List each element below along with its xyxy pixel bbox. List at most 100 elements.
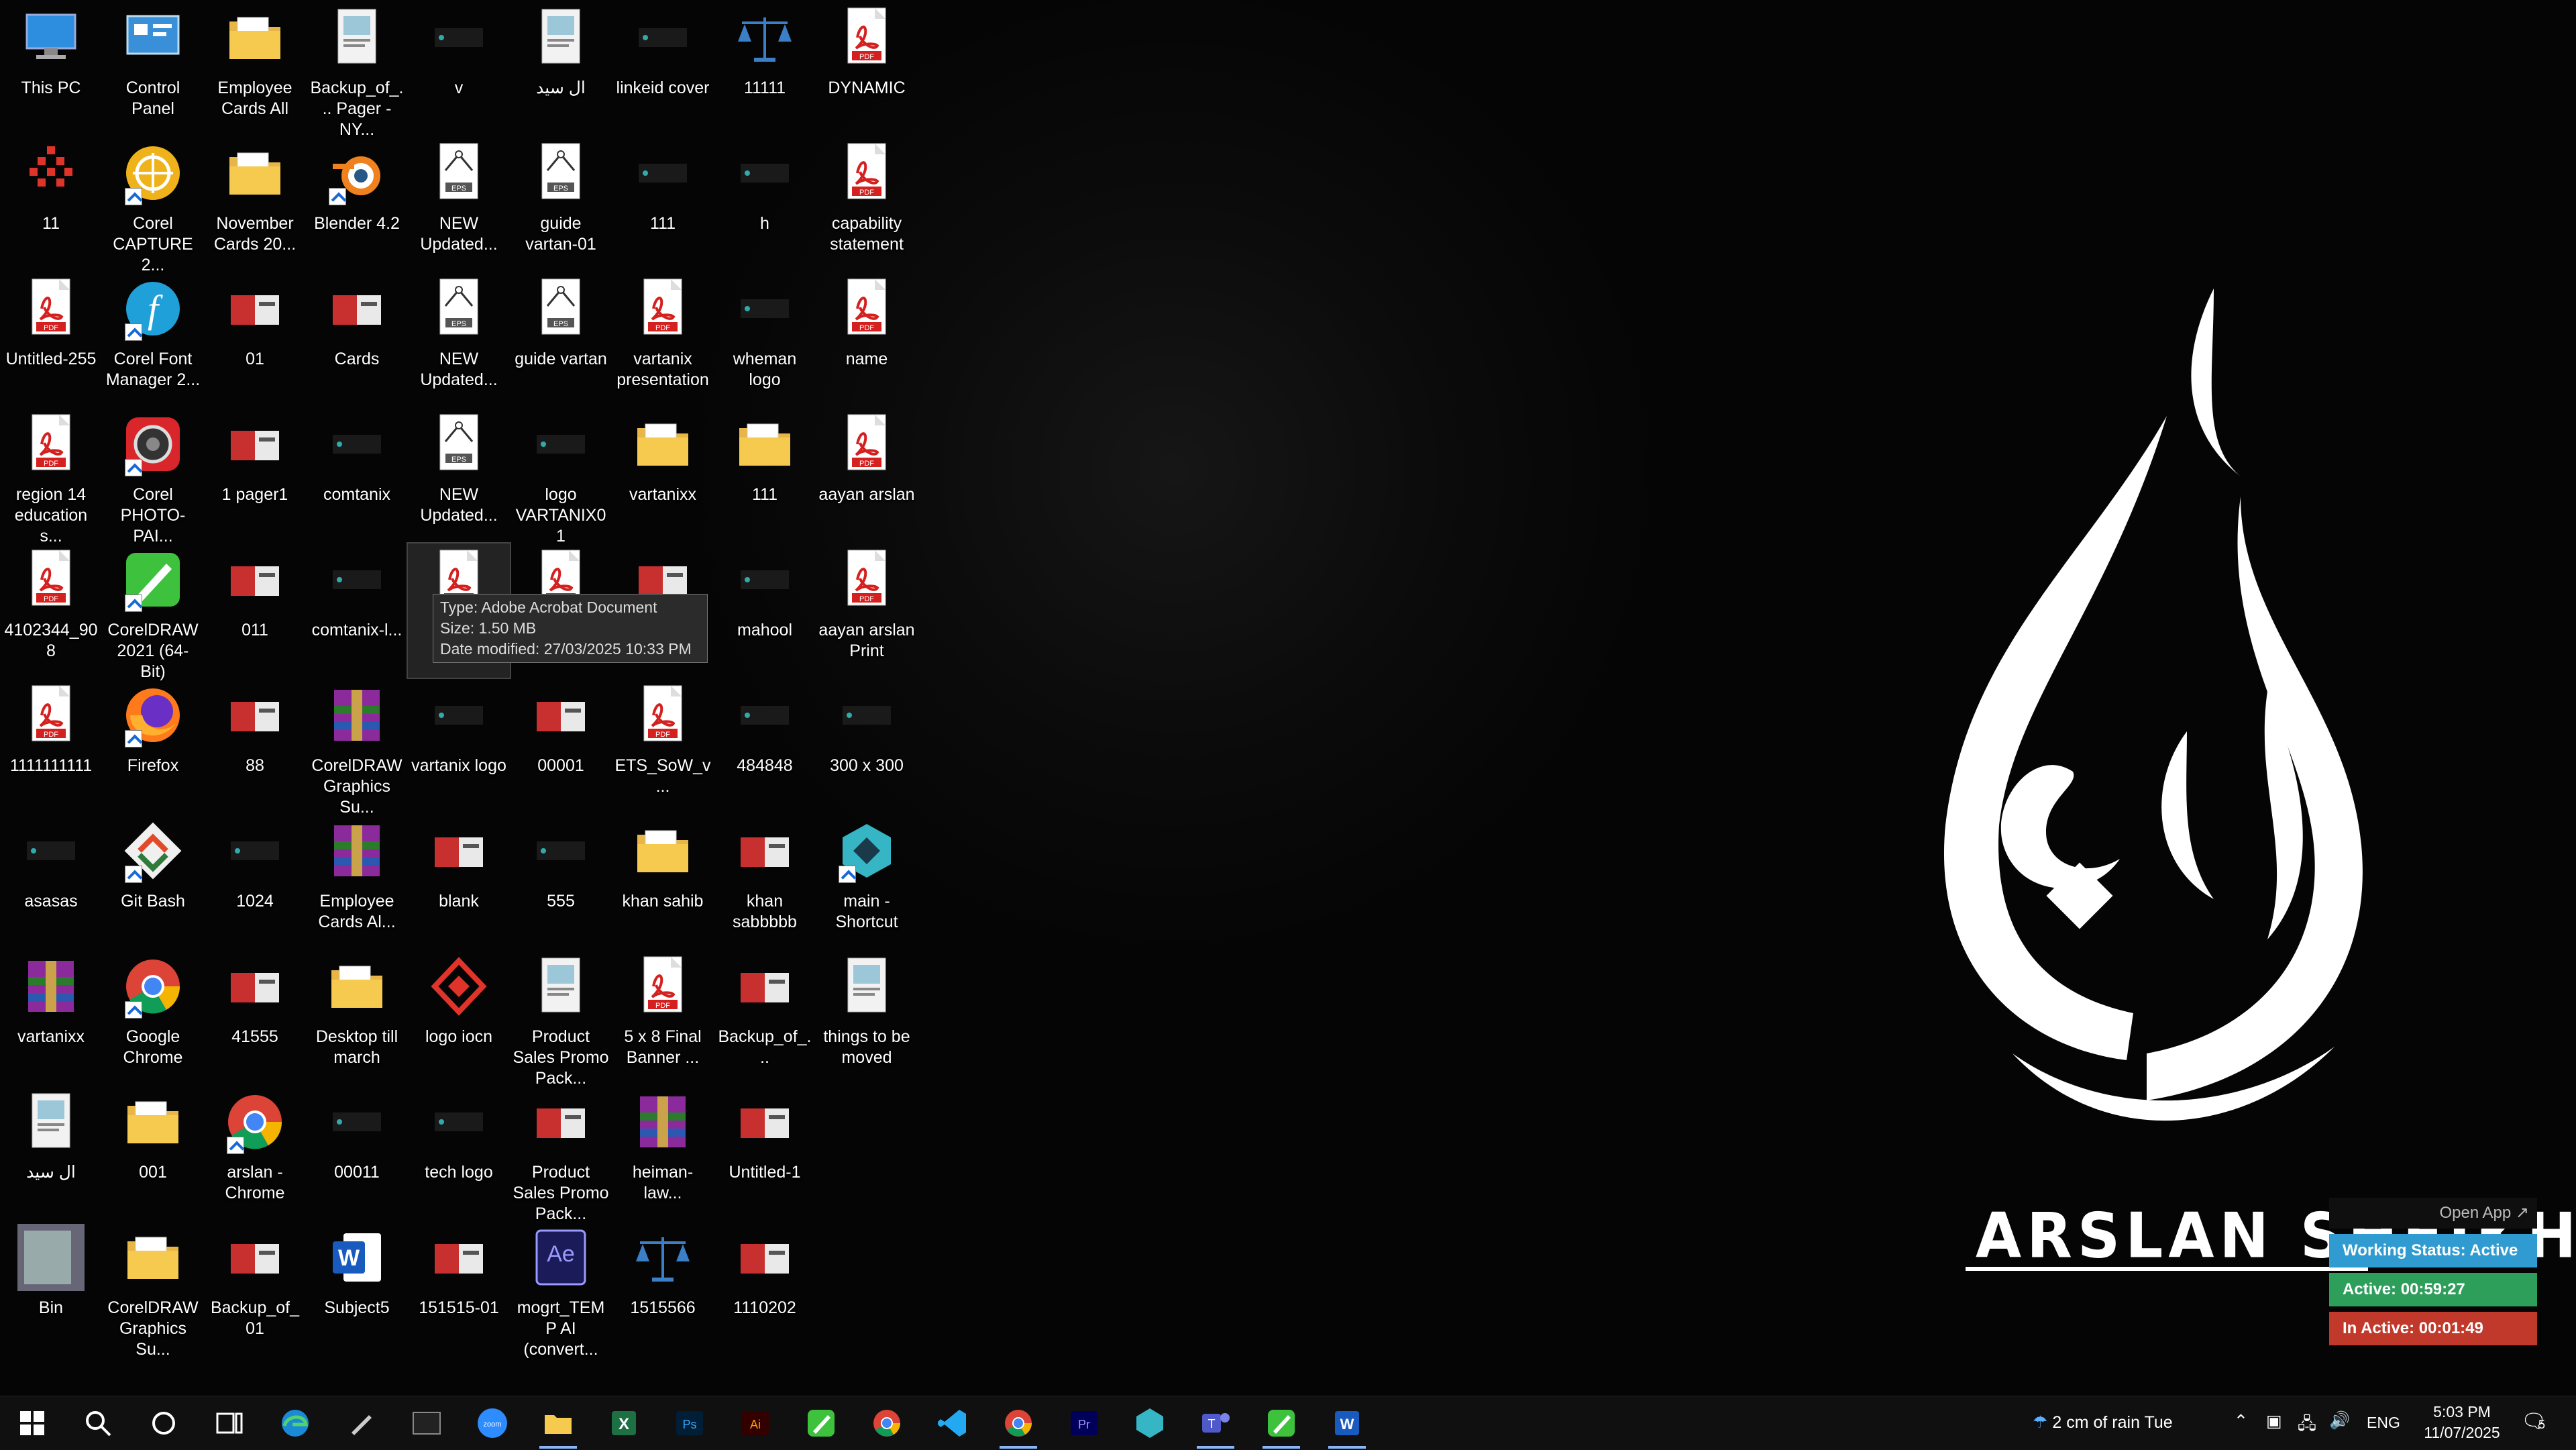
desktop-icon[interactable]: EPS guide vartan [510,272,612,407]
desktop-icon[interactable]: W Subject5 [306,1221,408,1355]
premiere-icon[interactable]: Pr [1052,1396,1116,1450]
desktop-icon[interactable]: ال سيد [0,1086,102,1220]
pen-icon[interactable] [329,1396,393,1450]
desktop-icon[interactable]: PDF vartanix presentation [612,272,714,407]
app-icon[interactable] [1118,1396,1182,1450]
clock[interactable]: 5:03 PM 11/07/2025 [2422,1402,2502,1443]
desktop-icon[interactable]: 555 [510,815,612,949]
desktop-icon[interactable]: things to be moved [816,950,918,1084]
desktop-icon[interactable]: Untitled-1 [714,1086,816,1220]
teams-icon[interactable]: T [1183,1396,1248,1450]
meet-icon[interactable]: ▣ [2266,1411,2282,1431]
desktop-icon[interactable]: CorelDRAW Graphics Su... [102,1221,204,1359]
network-icon[interactable]: 🖧 [2298,1411,2316,1440]
desktop-icon[interactable]: Backup_of_... Pager - NY... [306,1,408,139]
desktop-icon[interactable]: 111 [714,408,816,542]
desktop-icon[interactable]: 1 pager1 [204,408,306,542]
desktop-icon[interactable]: comtanix-l... [306,543,408,678]
volume-icon[interactable]: 🔊 [2329,1411,2350,1431]
open-app-button[interactable]: Open App ↗ [2329,1198,2537,1229]
desktop-icon[interactable]: Backup_of_01 [204,1221,306,1355]
desktop-icon[interactable]: PDF capability statement [816,137,918,271]
desktop-icon[interactable]: main - Shortcut [816,815,918,949]
desktop-icon[interactable]: Corel CAPTURE 2... [102,137,204,274]
desktop-icon[interactable]: This PC [0,1,102,136]
desktop-icon[interactable]: khan sabbbbb [714,815,816,949]
desktop-icon[interactable]: 88 [204,679,306,813]
desktop-icon[interactable]: EPS NEW Updated... [408,272,510,407]
excel-icon[interactable]: X [592,1396,656,1450]
desktop-icon[interactable]: 001 [102,1086,204,1220]
coreldraw-2-icon[interactable] [1249,1396,1313,1450]
desktop-icon[interactable]: tech logo [408,1086,510,1220]
language-indicator[interactable]: ENG [2367,1414,2400,1432]
desktop-icon[interactable]: 300 x 300 [816,679,918,813]
desktop-icon[interactable]: asasas [0,815,102,949]
desktop-icon[interactable]: Product Sales Promo Pack... [510,950,612,1088]
desktop-icon[interactable]: November Cards 20... [204,137,306,271]
desktop-icon[interactable]: linkeid cover [612,1,714,136]
file-explorer-icon[interactable] [526,1396,590,1450]
desktop-icon[interactable]: 1515566 [612,1221,714,1355]
desktop-icon[interactable]: Ae mogrt_TEMP AI (convert... [510,1221,612,1359]
chevron-up-icon[interactable]: ⌃ [2234,1411,2248,1431]
desktop-icon[interactable]: PDF DYNAMIC [816,1,918,136]
desktop-icon[interactable]: khan sahib [612,815,714,949]
desktop-icon[interactable]: comtanix [306,408,408,542]
desktop-icon[interactable]: f Corel Font Manager 2... [102,272,204,407]
desktop-icon[interactable]: mahool [714,543,816,678]
desktop-icon[interactable]: 11111 [714,1,816,136]
desktop-icon[interactable]: wheman logo [714,272,816,407]
desktop-icon[interactable]: blank [408,815,510,949]
desktop-icon[interactable]: ال سيد [510,1,612,136]
desktop-icon[interactable]: CorelDRAW Graphics Su... [306,679,408,817]
task-view-icon[interactable] [197,1396,262,1450]
desktop-icon[interactable]: EPS NEW Updated... [408,408,510,542]
desktop-icon[interactable]: PDF Untitled-255 [0,272,102,407]
desktop-icon[interactable]: PDF region 14 education s... [0,408,102,546]
desktop-icon[interactable]: Cards [306,272,408,407]
desktop-icon[interactable]: Control Panel [102,1,204,136]
desktop-icon[interactable]: Corel PHOTO-PAI... [102,408,204,546]
desktop-icon[interactable]: 00001 [510,679,612,813]
desktop-icon[interactable]: PDF name [816,272,918,407]
desktop-icon[interactable]: EPS guide vartan-01 [510,137,612,271]
desktop-icon[interactable]: Bin [0,1221,102,1355]
notification-center-icon[interactable]: 🗨 5 [2521,1410,2555,1437]
desktop-icon[interactable]: Git Bash [102,815,204,949]
desktop-icon[interactable]: heiman-law... [612,1086,714,1220]
coreldraw-icon[interactable] [789,1396,853,1450]
desktop-icon[interactable]: 011 [204,543,306,678]
desktop[interactable]: This PC 11 PDF Untitled-255 PDF region 14 edu… [0,0,2576,1396]
desktop-icon[interactable]: PDF aayan arslan Print [816,543,918,678]
word-icon[interactable]: W [1315,1396,1379,1450]
desktop-icon[interactable]: Backup_of_... [714,950,816,1084]
desktop-icon[interactable]: EPS NEW Updated... [408,137,510,271]
terminal-icon[interactable] [394,1396,459,1450]
desktop-icon[interactable]: logo iocn [408,950,510,1084]
desktop-icon[interactable]: vartanix logo [408,679,510,813]
desktop-icon[interactable]: 151515-01 [408,1221,510,1355]
start-icon[interactable] [0,1396,64,1450]
desktop-icon[interactable]: vartanixx [612,408,714,542]
desktop-icon[interactable]: PDF 1111111111 [0,679,102,813]
photoshop-icon[interactable]: Ps [657,1396,722,1450]
desktop-icon[interactable]: Product Sales Promo Pack... [510,1086,612,1223]
desktop-icon[interactable]: 11 [0,137,102,271]
desktop-icon[interactable]: logo VARTANIX01 [510,408,612,546]
zoom-icon[interactable]: zoom [460,1396,525,1450]
desktop-icon[interactable]: Employee Cards Al... [306,815,408,949]
vscode-icon[interactable] [920,1396,985,1450]
desktop-icon[interactable]: 1024 [204,815,306,949]
edge-icon[interactable] [263,1396,327,1450]
desktop-icon[interactable]: Google Chrome [102,950,204,1084]
illustrator-icon[interactable]: Ai [723,1396,788,1450]
desktop-icon[interactable]: 111 [612,137,714,271]
desktop-icon[interactable]: CorelDRAW 2021 (64-Bit) [102,543,204,681]
desktop-icon[interactable]: v [408,1,510,136]
desktop-icon[interactable]: arslan - Chrome [204,1086,306,1220]
desktop-icon[interactable]: Firefox [102,679,204,813]
desktop-icon[interactable]: PDF 4102344_908 [0,543,102,678]
search-icon[interactable] [66,1396,130,1450]
desktop-icon[interactable]: 1110202 [714,1221,816,1355]
